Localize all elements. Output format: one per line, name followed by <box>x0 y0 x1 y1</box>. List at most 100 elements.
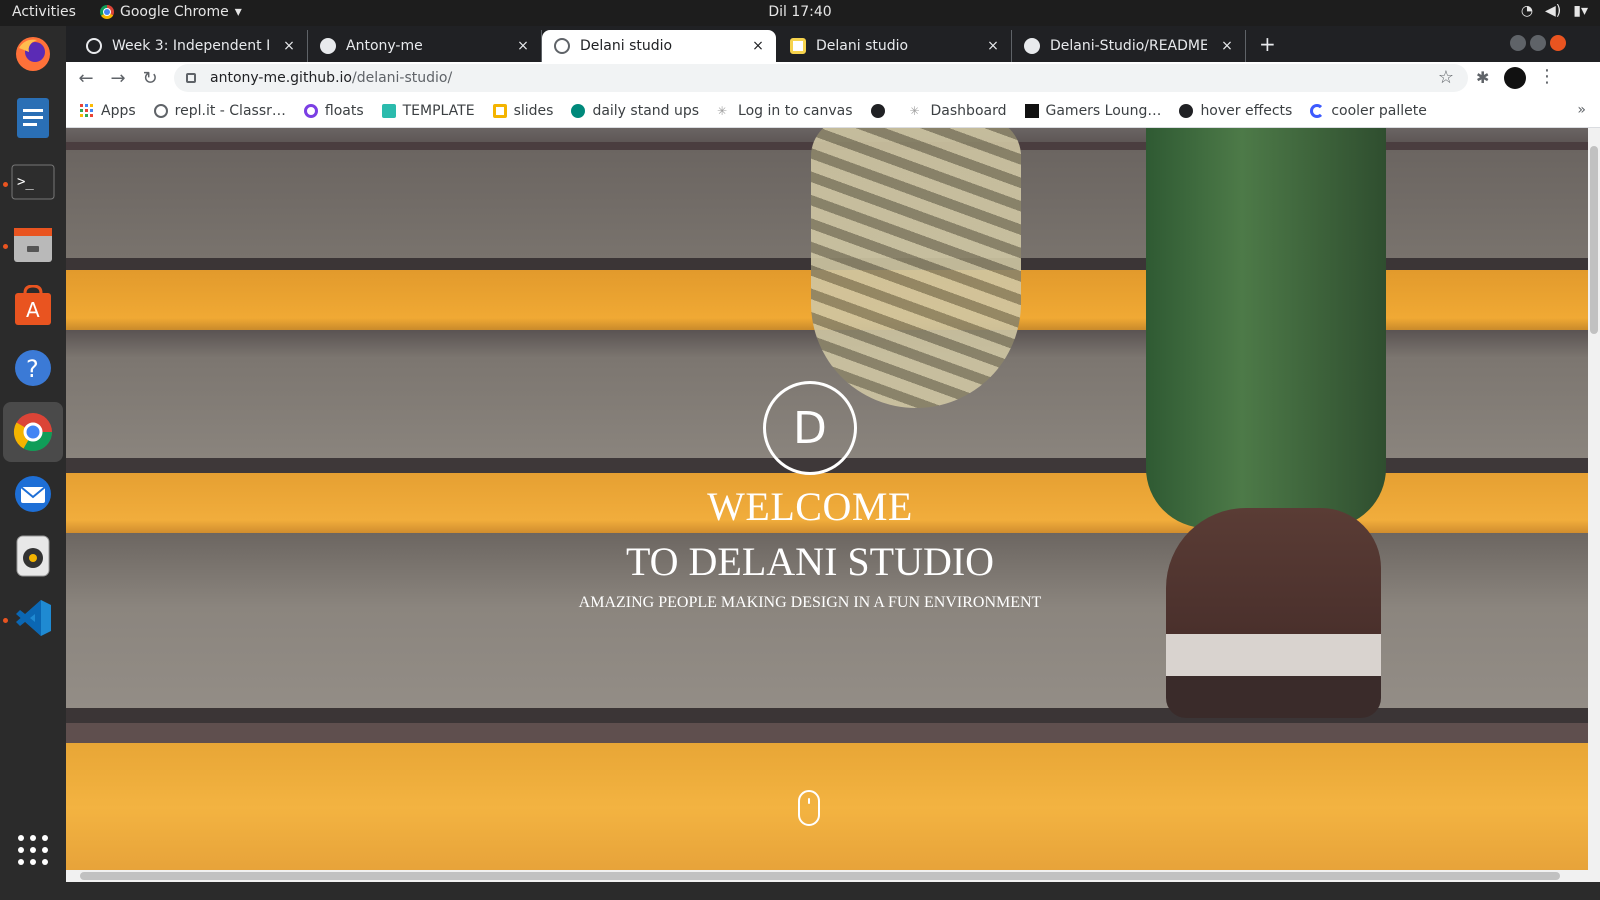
bookmark-unnamed[interactable] <box>870 103 892 118</box>
bookmark-template[interactable]: TEMPLATE <box>381 102 475 119</box>
bookmark-daily-stand-ups[interactable]: daily stand ups <box>571 103 699 119</box>
close-icon[interactable]: × <box>279 38 299 54</box>
tab-delani-studio-active[interactable]: Delani studio × <box>542 30 776 62</box>
activities-button[interactable]: Activities <box>12 4 76 20</box>
globe-icon <box>870 103 885 118</box>
app-menu-label: Google Chrome <box>120 4 229 20</box>
vscode-icon[interactable] <box>9 594 57 642</box>
running-indicator <box>3 618 8 623</box>
system-tray[interactable]: ◔ ◀) ▮▾ <box>1521 3 1588 19</box>
help-icon[interactable]: ? <box>9 344 57 392</box>
floats-icon <box>303 103 318 118</box>
close-icon[interactable]: × <box>983 38 1003 54</box>
scrollbar-thumb[interactable] <box>1590 146 1598 334</box>
bookmark-canvas[interactable]: ✳ Log in to canvas <box>717 103 852 119</box>
tab-title: Week 3: Independent Pro <box>112 38 269 54</box>
chrome-icon <box>100 5 114 19</box>
hero-tagline: AMAZING PEOPLE MAKING DESIGN IN A FUN EN… <box>578 594 1042 611</box>
url-host: antony-me.github.io <box>210 70 352 86</box>
firefox-icon[interactable] <box>9 30 57 78</box>
minimize-button[interactable] <box>1510 35 1526 51</box>
canvas-icon: ✳ <box>909 103 920 118</box>
logo: D <box>763 381 857 475</box>
tab-antony-me[interactable]: Antony-me × <box>308 30 542 62</box>
bookmark-dashboard[interactable]: ✳ Dashboard <box>910 103 1007 119</box>
new-tab-button[interactable]: + <box>1259 32 1276 56</box>
chrome-dock-icon[interactable] <box>3 402 63 462</box>
bookmark-hover-effects[interactable]: hover effects <box>1179 103 1292 119</box>
tab-title: Delani studio <box>580 38 673 54</box>
tab-delani-studio[interactable]: Delani studio × <box>778 30 1012 62</box>
back-icon[interactable]: ← <box>74 66 98 90</box>
lock-icon <box>186 73 196 83</box>
tab-strip: Week 3: Independent Pro × Antony-me × De… <box>66 26 1600 62</box>
browser-toolbar: ← → ↻ antony-me.github.io/delani-studio/… <box>66 62 1600 94</box>
desktop-bottom-edge <box>66 882 1600 900</box>
show-apps-icon[interactable] <box>9 826 57 874</box>
close-icon[interactable]: × <box>1217 38 1237 54</box>
tab-title: Delani-Studio/README.m <box>1050 38 1207 54</box>
meet-icon <box>571 103 586 118</box>
github-icon <box>320 38 336 54</box>
bookmark-label: repl.it - Classr… <box>174 102 286 119</box>
bookmark-slides[interactable]: slides <box>492 102 554 119</box>
bookmark-cooler-pallete[interactable]: cooler pallete <box>1310 103 1427 119</box>
bookmark-label: Log in to canvas <box>738 102 853 119</box>
clock[interactable]: Dil 17:40 <box>768 4 831 20</box>
svg-text:?: ? <box>26 355 39 383</box>
writer-icon[interactable] <box>9 94 57 142</box>
replit-icon <box>153 103 168 118</box>
application-dock: >_ A ? <box>0 26 66 900</box>
close-icon[interactable]: × <box>748 38 768 54</box>
terminal-icon[interactable]: >_ <box>9 158 57 206</box>
reload-icon[interactable]: ↻ <box>138 66 162 90</box>
extensions-icon[interactable]: ✱ <box>1476 68 1489 87</box>
tab-title: Antony-me <box>346 38 423 54</box>
template-icon <box>381 103 396 118</box>
hero-section: D WELCOME TO DELANI STUDIO AMAZING PEOPL… <box>66 128 1588 870</box>
logo-letter: D <box>793 402 827 454</box>
address-bar[interactable]: antony-me.github.io/delani-studio/ ☆ <box>174 64 1468 92</box>
forward-icon[interactable]: → <box>106 66 130 90</box>
bookmark-label: hover effects <box>1200 102 1293 119</box>
running-indicator <box>3 182 8 187</box>
scroll-down-icon[interactable] <box>798 790 820 826</box>
globe-icon <box>554 38 570 54</box>
app-menu[interactable]: Google Chrome ▾ <box>100 4 242 20</box>
bookmark-label: TEMPLATE <box>402 102 475 119</box>
bookmark-label: slides <box>513 102 554 119</box>
github-icon <box>1179 103 1194 118</box>
hero-title-line1: WELCOME <box>707 484 913 529</box>
avatar[interactable] <box>1504 67 1526 89</box>
gamers-lounge-icon <box>1024 103 1039 118</box>
bookmark-apps[interactable]: Apps <box>80 103 136 119</box>
bookmark-label: Dashboard <box>930 102 1007 119</box>
svg-text:A: A <box>26 298 40 322</box>
canvas-icon <box>86 38 102 54</box>
close-icon[interactable]: × <box>513 38 533 54</box>
bookmark-label: floats <box>324 102 364 119</box>
maximize-button[interactable] <box>1530 35 1546 51</box>
scrollbar-thumb[interactable] <box>80 872 1560 880</box>
window-close-button[interactable] <box>1550 35 1566 51</box>
rhythmbox-icon[interactable] <box>9 532 57 580</box>
volume-icon: ◀) <box>1545 3 1562 19</box>
coolors-icon <box>1310 103 1325 118</box>
thunderbird-icon[interactable] <box>9 470 57 518</box>
url-path: /delani-studio/ <box>351 70 453 86</box>
horizontal-scrollbar[interactable] <box>66 870 1600 882</box>
vertical-scrollbar[interactable] <box>1588 128 1600 870</box>
software-center-icon[interactable]: A <box>9 282 57 330</box>
tab-readme[interactable]: Delani-Studio/README.m × <box>1012 30 1246 62</box>
bookmark-gamers-lounge[interactable]: Gamers Loung… <box>1024 103 1161 119</box>
apps-grid-icon <box>80 103 93 117</box>
bookmark-floats[interactable]: floats <box>303 102 364 119</box>
more-menu-icon[interactable]: ⋮ <box>1538 66 1556 87</box>
bookmarks-overflow-icon[interactable]: » <box>1577 102 1586 118</box>
tab-week3[interactable]: Week 3: Independent Pro × <box>74 30 308 62</box>
bookmark-star-icon[interactable]: ☆ <box>1438 67 1454 88</box>
files-icon[interactable] <box>9 220 57 268</box>
page-viewport: D WELCOME TO DELANI STUDIO AMAZING PEOPL… <box>66 128 1588 870</box>
bookmark-label: cooler pallete <box>1331 102 1427 119</box>
bookmark-replit[interactable]: repl.it - Classr… <box>153 102 286 119</box>
